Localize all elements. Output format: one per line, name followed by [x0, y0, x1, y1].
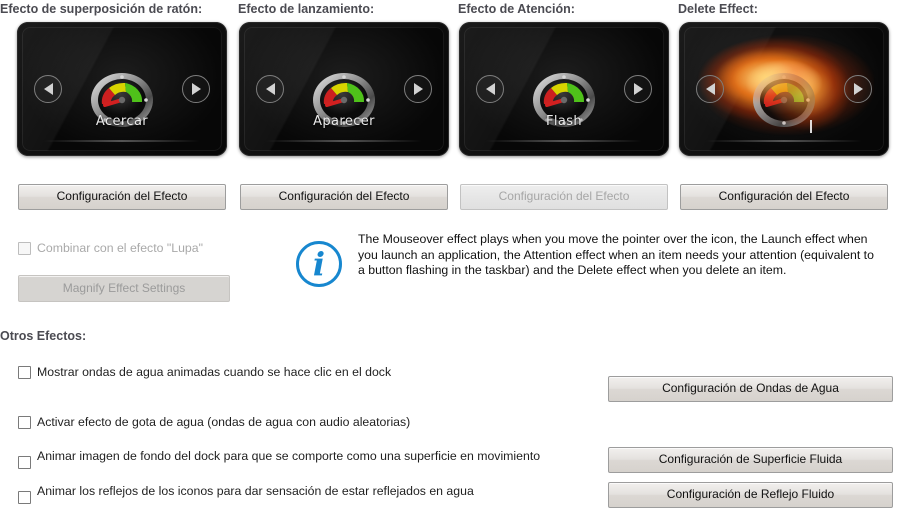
- combine-magnify-label: Combinar con el efecto "Lupa": [37, 241, 203, 255]
- next-effect-button[interactable]: [182, 75, 210, 103]
- fluid-reflection-checkbox: [18, 491, 31, 504]
- chevron-left-icon: [43, 83, 53, 95]
- effect-settings-button-delete[interactable]: Configuración del Efecto: [680, 184, 888, 210]
- chevron-left-icon: [265, 83, 275, 95]
- chevron-right-icon: [853, 83, 863, 95]
- info-icon: i: [296, 241, 342, 287]
- water-drop-checkbox: [18, 416, 31, 429]
- info-box: i The Mouseover effect plays when you mo…: [296, 232, 896, 287]
- water-drop-label: Activar efecto de gota de agua (ondas de…: [37, 415, 411, 429]
- water-ripples-label: Mostrar ondas de agua animadas cuando se…: [37, 365, 392, 379]
- prev-effect-button[interactable]: [476, 75, 504, 103]
- next-effect-button[interactable]: [624, 75, 652, 103]
- checkbox-row-fluid-surface[interactable]: Animar imagen de fondo del dock para que…: [18, 449, 568, 469]
- preview-screen: [684, 27, 884, 151]
- chevron-right-icon: [633, 83, 643, 95]
- next-effect-button[interactable]: [844, 75, 872, 103]
- fluid-reflection-label: Animar los reflejos de los iconos para d…: [37, 484, 474, 498]
- next-effect-button[interactable]: [404, 75, 432, 103]
- checkbox-row-fluid-reflection[interactable]: Animar los reflejos de los iconos para d…: [18, 484, 568, 504]
- fluid-reflection-settings-button[interactable]: Configuración de Reflejo Fluido: [608, 482, 893, 508]
- preview-floor-line: [44, 140, 200, 142]
- preview-floor-line: [706, 140, 862, 142]
- effect-preview-delete[interactable]: [679, 22, 889, 156]
- group-title-launch: Efecto de lanzamiento:: [238, 2, 375, 16]
- chevron-right-icon: [191, 83, 201, 95]
- magnify-effect-settings-button: Magnify Effect Settings: [18, 275, 230, 302]
- preview-effect-name: Aparecer: [313, 114, 375, 129]
- preview-effect-name: Acercar: [95, 114, 149, 129]
- effect-preview-launch[interactable]: Aparecer: [239, 22, 449, 156]
- group-title-attention: Efecto de Atención:: [458, 2, 575, 16]
- fluid-surface-checkbox: [18, 456, 31, 469]
- prev-effect-button[interactable]: [256, 75, 284, 103]
- chevron-left-icon: [485, 83, 495, 95]
- preview-floor-line: [266, 140, 422, 142]
- checkbox-row-water-ripples[interactable]: Mostrar ondas de agua animadas cuando se…: [18, 365, 578, 379]
- effect-settings-button-mouseover[interactable]: Configuración del Efecto: [18, 184, 226, 210]
- group-title-delete: Delete Effect:: [678, 2, 758, 16]
- prev-effect-button[interactable]: [696, 75, 724, 103]
- effect-settings-button-attention: Configuración del Efecto: [460, 184, 668, 210]
- chevron-left-icon: [705, 83, 715, 95]
- effect-settings-button-launch[interactable]: Configuración del Efecto: [240, 184, 448, 210]
- water-ripples-settings-button[interactable]: Configuración de Ondas de Agua: [608, 376, 893, 402]
- water-ripples-checkbox: [18, 366, 31, 379]
- gauge-icon: [751, 71, 817, 129]
- prev-effect-button[interactable]: [34, 75, 62, 103]
- effect-preview-attention[interactable]: Flash: [459, 22, 669, 156]
- preview-screen: Acercar: [22, 27, 222, 151]
- preview-effect-name: Flash: [545, 114, 583, 129]
- text-caret: [810, 120, 812, 133]
- fluid-surface-settings-button[interactable]: Configuración de Superficie Fluida: [608, 447, 893, 473]
- checkbox-row-water-drop[interactable]: Activar efecto de gota de agua (ondas de…: [18, 415, 578, 429]
- combine-magnify-checkbox-row[interactable]: Combinar con el efecto "Lupa": [18, 241, 203, 255]
- group-title-mouseover: Efecto de superposición de ratón:: [0, 2, 203, 16]
- effect-preview-mouseover[interactable]: Acercar: [17, 22, 227, 156]
- effects-settings-pane: Efecto de superposición de ratón: Efecto…: [0, 0, 906, 526]
- other-effects-title: Otros Efectos:: [0, 329, 87, 343]
- chevron-right-icon: [413, 83, 423, 95]
- fluid-surface-label: Animar imagen de fondo del dock para que…: [37, 449, 541, 463]
- preview-screen: Aparecer: [244, 27, 444, 151]
- info-text: The Mouseover effect plays when you move…: [358, 232, 874, 278]
- preview-screen: Flash: [464, 27, 664, 151]
- preview-floor-line: [486, 140, 642, 142]
- combine-magnify-checkbox: [18, 242, 31, 255]
